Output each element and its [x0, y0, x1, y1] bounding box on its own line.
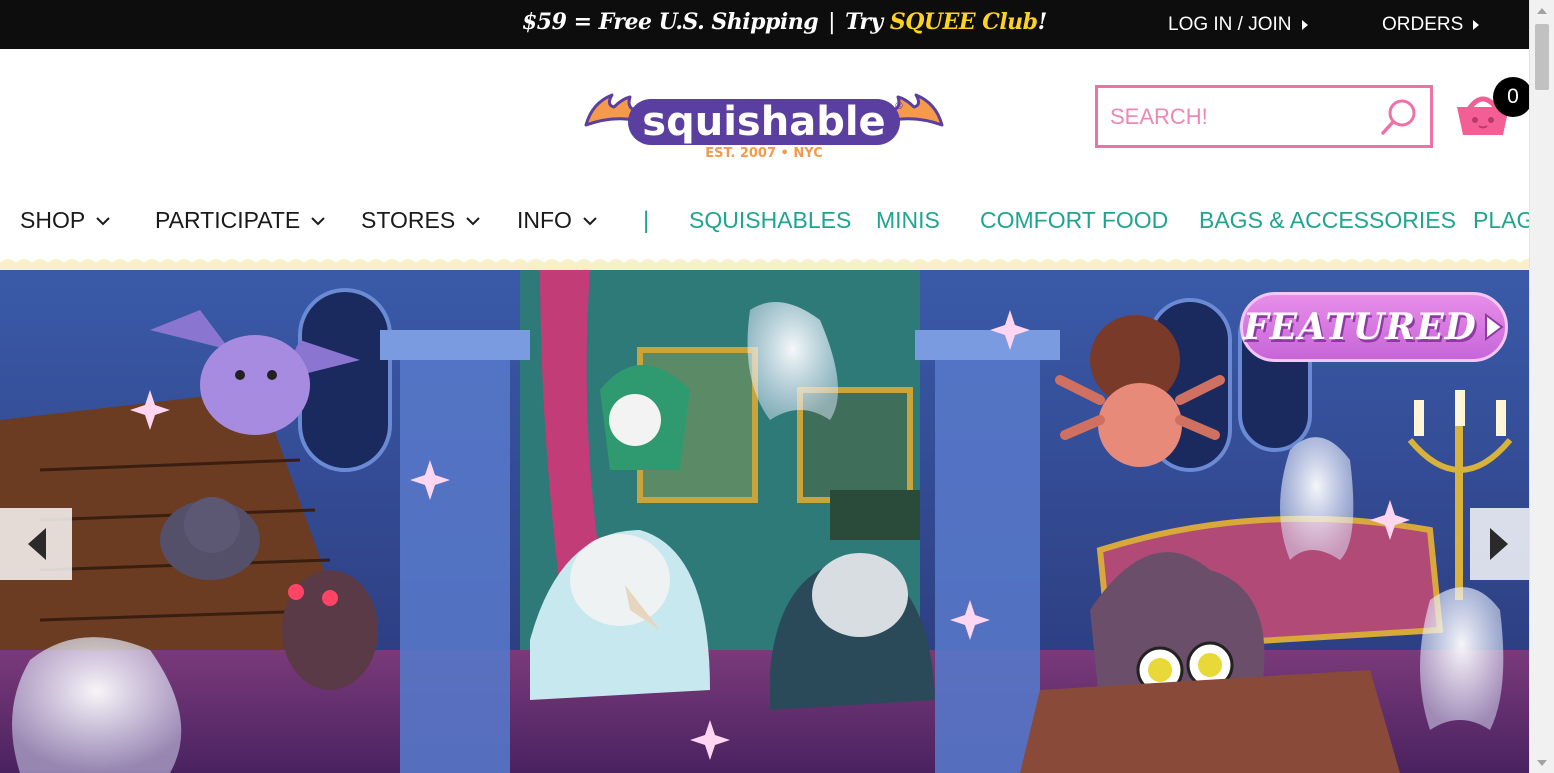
top-promo-bar: $59 = Free U.S. Shipping | Try SQUEE Club!… — [0, 0, 1529, 49]
caret-right-icon — [1473, 20, 1480, 30]
caret-right-icon — [1301, 20, 1308, 30]
featured-button[interactable]: FEATURED — [1240, 292, 1508, 362]
orders-label: ORDERS — [1382, 14, 1464, 35]
nav-info-label: INFO — [517, 207, 572, 233]
promo-try: Try — [845, 9, 890, 35]
magnifier-icon[interactable] — [1378, 96, 1420, 138]
squishable-logo[interactable]: squishable ® EST. 2007 • NYC — [584, 91, 944, 161]
promo-separator: | — [828, 10, 836, 35]
chevron-down-icon — [96, 216, 110, 225]
chevron-down-icon — [466, 216, 480, 225]
featured-label: FEATURED — [1243, 306, 1477, 348]
chevron-down-icon — [583, 216, 597, 225]
hero-banner[interactable]: FEATURED — [0, 270, 1529, 773]
reaper-plush — [600, 365, 690, 470]
promo-text[interactable]: $59 = Free U.S. Shipping | Try SQUEE Club! — [522, 9, 1047, 35]
logo-tagline: EST. 2007 • NYC — [705, 146, 823, 161]
nav-shop[interactable]: SHOP — [20, 207, 111, 234]
carousel-prev-button[interactable] — [0, 508, 72, 580]
nav-participate[interactable]: PARTICIPATE — [155, 207, 326, 234]
logo-registered-mark: ® — [894, 101, 904, 112]
nav-stores-label: STORES — [361, 207, 456, 233]
chevron-left-icon — [28, 528, 46, 560]
moth-plush — [282, 570, 378, 690]
search-input[interactable] — [1110, 102, 1370, 132]
chevron-down-icon — [311, 216, 325, 225]
nav-separator: | — [643, 207, 650, 234]
page-scrollbar[interactable] — [1529, 0, 1554, 773]
main-nav: SHOP PARTICIPATE STORES INFO | SQUISHABL… — [0, 189, 1529, 259]
login-join-link[interactable]: LOG IN / JOIN — [1168, 14, 1308, 36]
nav-link-comfort-food[interactable]: COMFORT FOOD — [980, 207, 1168, 234]
carousel-next-button[interactable] — [1470, 508, 1529, 580]
scroll-down-icon[interactable] — [1537, 760, 1547, 766]
nav-link-minis[interactable]: MINIS — [876, 207, 940, 234]
orders-link[interactable]: ORDERS — [1382, 14, 1480, 36]
search-box — [1095, 85, 1433, 148]
cart-count-badge: 0 — [1493, 77, 1533, 117]
nav-info[interactable]: INFO — [517, 207, 598, 234]
nav-shop-label: SHOP — [20, 207, 86, 233]
promo-club: SQUEE Club — [889, 9, 1038, 35]
promo-shipping: $59 = Free U.S. Shipping — [522, 9, 819, 35]
scroll-thumb[interactable] — [1535, 24, 1549, 90]
nav-link-squishables[interactable]: SQUISHABLES — [689, 207, 851, 234]
scroll-up-icon[interactable] — [1537, 8, 1547, 14]
scallop-border — [0, 255, 1529, 271]
play-triangle-icon — [1484, 313, 1504, 341]
nav-stores[interactable]: STORES — [361, 207, 481, 234]
nav-participate-label: PARTICIPATE — [155, 207, 301, 233]
logo-wordmark: squishable — [642, 99, 885, 145]
nav-link-bags-accessories[interactable]: BAGS & ACCESSORIES — [1199, 207, 1456, 234]
chevron-right-icon — [1489, 528, 1508, 560]
promo-exclaim: ! — [1037, 9, 1048, 35]
login-join-label: LOG IN / JOIN — [1168, 14, 1292, 35]
nav-link-plague-doctors[interactable]: PLAGUE DOCTORS — [1473, 207, 1529, 234]
site-header: squishable ® EST. 2007 • NYC 0 — [0, 49, 1533, 189]
